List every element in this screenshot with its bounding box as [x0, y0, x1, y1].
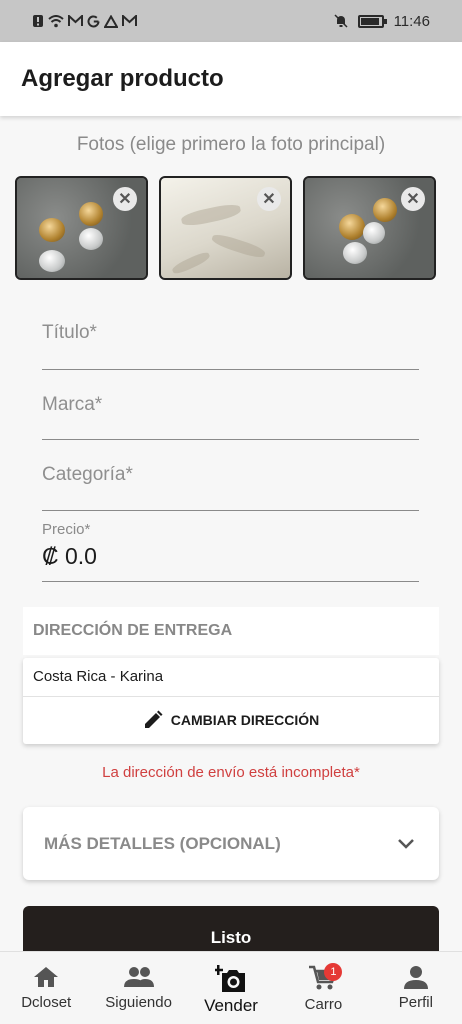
earring-gold — [39, 218, 65, 242]
mail-icon-secondary — [122, 15, 137, 26]
nav-label: Perfil — [398, 994, 433, 1011]
page-title: Agregar producto — [21, 65, 224, 92]
nav-item-dcloset[interactable]: Dcloset — [0, 952, 92, 1024]
remove-photo-button[interactable]: ✕ — [113, 187, 137, 211]
earring-pearl — [79, 228, 103, 250]
earring-pearl — [363, 222, 385, 244]
bottom-navigation: Dcloset Siguiendo Vender 1 Carro Perfil — [0, 951, 462, 1024]
remove-photo-button[interactable]: ✕ — [257, 187, 281, 211]
status-bar: 11:46 — [0, 0, 462, 42]
price-field-label: Precio* — [42, 521, 91, 538]
status-time: 11:46 — [393, 12, 430, 30]
nav-label: Carro — [304, 996, 343, 1013]
earring-gold — [373, 198, 397, 222]
google-icon — [87, 14, 100, 27]
status-notification-icons — [32, 14, 137, 28]
people-icon — [123, 967, 154, 987]
more-details-expander[interactable]: MÁS DETALLES (OPCIONAL) — [23, 807, 439, 880]
wifi-icon — [48, 14, 64, 27]
brand-field[interactable]: Marca* — [42, 388, 419, 440]
remove-photo-button[interactable]: ✕ — [401, 187, 425, 211]
change-address-label: CAMBIAR DIRECCIÓN — [170, 712, 320, 728]
photo-thumbnail-earrings[interactable]: ✕ — [303, 176, 436, 280]
nav-label: Vender — [204, 996, 258, 1015]
nav-item-siguiendo[interactable]: Siguiendo — [92, 952, 184, 1024]
brand-field-label: Marca* — [42, 394, 103, 415]
edit-pencil-icon — [144, 710, 163, 728]
price-field[interactable]: Precio* ₡ 0.0 — [42, 520, 419, 582]
photos-section-title: Fotos (elige primero la foto principal) — [76, 134, 386, 155]
app-header: Agregar producto — [0, 42, 462, 116]
change-address-button[interactable]: CAMBIAR DIRECCIÓN — [23, 698, 439, 742]
title-field[interactable]: Título* — [42, 316, 419, 370]
delivery-address-card: Costa Rica - Karina CAMBIAR DIRECCIÓN — [23, 658, 439, 744]
add-camera-icon — [215, 965, 246, 992]
title-field-label: Título* — [42, 322, 97, 343]
delivery-error-message: La dirección de envío está incompleta* — [102, 764, 360, 781]
divider — [23, 696, 439, 697]
nav-item-vender[interactable]: Vender — [185, 952, 277, 1024]
battery-icon — [357, 14, 387, 28]
delivery-address-text: Costa Rica - Karina — [33, 668, 164, 685]
photo-thumbnail-shorts[interactable]: ✕ — [159, 176, 292, 280]
nav-item-perfil[interactable]: Perfil — [370, 952, 462, 1024]
cart-badge: 1 — [324, 963, 343, 981]
photo-thumbnail-earrings[interactable]: ✕ — [15, 176, 148, 280]
status-system-icons: 11:46 — [334, 13, 430, 30]
earring-pearl — [39, 250, 65, 272]
earring-gold — [79, 202, 103, 226]
more-details-label: MÁS DETALLES (OPCIONAL) — [44, 833, 281, 853]
earring-gold — [339, 214, 365, 240]
alert-icon — [33, 15, 43, 27]
price-field-value: ₡ 0.0 — [42, 543, 97, 569]
category-field-label: Categoría* — [42, 464, 133, 485]
home-icon — [34, 967, 59, 987]
nav-label: Siguiendo — [105, 994, 172, 1011]
earring-pearl — [343, 242, 367, 264]
drive-icon — [104, 14, 118, 28]
category-field[interactable]: Categoría* — [42, 458, 419, 511]
mail-icon — [68, 15, 83, 26]
chevron-down-icon — [398, 838, 414, 849]
person-icon — [403, 966, 428, 989]
nav-label: Dcloset — [21, 994, 72, 1011]
notifications-off-icon — [334, 14, 348, 28]
nav-item-carro[interactable]: 1 Carro — [277, 952, 369, 1024]
delivery-section-header: DIRECCIÓN DE ENTREGA — [23, 607, 439, 655]
